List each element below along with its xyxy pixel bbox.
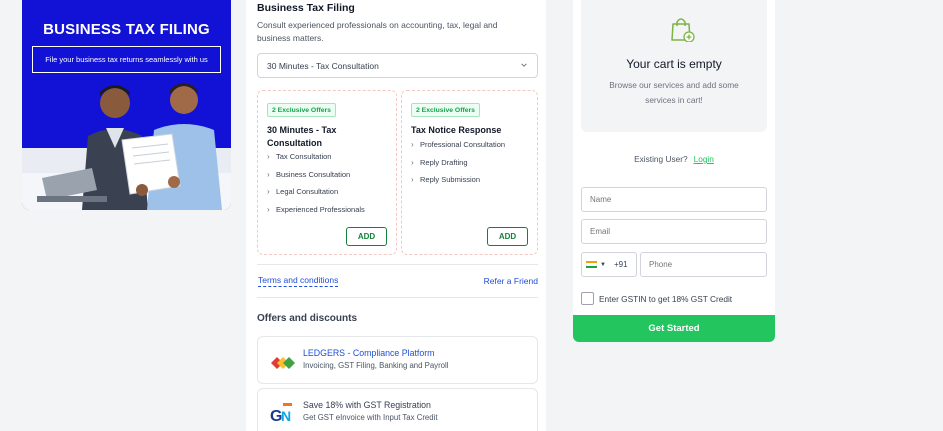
offers-heading: Offers and discounts bbox=[257, 313, 358, 324]
checkout-panel: Your cart is empty Browse our services a… bbox=[573, 0, 775, 342]
chevron-right-icon: › bbox=[267, 169, 270, 179]
terms-link[interactable]: Terms and conditions bbox=[258, 275, 339, 287]
caret-down-icon: ▼ bbox=[600, 261, 606, 268]
service-title: Business Tax Filing bbox=[257, 2, 355, 14]
name-field[interactable] bbox=[581, 187, 767, 212]
gst-checkbox[interactable] bbox=[581, 292, 594, 305]
empty-cart: Your cart is empty Browse our services a… bbox=[581, 0, 767, 132]
package-features: › Tax Consultation › Business Consultation… bbox=[267, 152, 365, 223]
existing-user-label: Existing User? bbox=[634, 154, 688, 164]
hero-banner: BUSINESS TAX FILING File your business t… bbox=[22, 0, 231, 210]
offer-card-gst-registration[interactable]: G N Save 18% with GST Registration Get G… bbox=[257, 388, 538, 431]
add-button[interactable]: ADD bbox=[487, 227, 528, 246]
shopping-bag-plus-icon bbox=[671, 18, 695, 42]
email-field[interactable] bbox=[581, 219, 767, 244]
offer-title: LEDGERS - Compliance Platform bbox=[303, 348, 435, 358]
package-title: 30 Minutes - Tax Consultation bbox=[267, 125, 337, 148]
offer-subtitle: Invoicing, GST Filing, Banking and Payro… bbox=[303, 361, 449, 370]
svg-text:N: N bbox=[281, 408, 291, 424]
cart-empty-title: Your cart is empty bbox=[626, 57, 722, 71]
cart-empty-subtitle: Browse our services and add some service… bbox=[609, 80, 739, 105]
feature-item: › Reply Submission bbox=[411, 175, 481, 185]
ledgers-logo-icon bbox=[271, 357, 295, 369]
chevron-right-icon: › bbox=[267, 205, 270, 215]
refer-friend-link[interactable]: Refer a Friend bbox=[484, 276, 538, 286]
feature-item: › Experienced Professionals bbox=[267, 205, 365, 215]
offer-subtitle: Get GST eInvoice with Input Tax Credit bbox=[303, 413, 438, 422]
service-description: Consult experienced professionals on acc… bbox=[257, 20, 498, 43]
feature-item: › Reply Drafting bbox=[411, 157, 468, 167]
phone-field[interactable] bbox=[640, 252, 767, 277]
service-details-panel: Business Tax Filing Consult experienced … bbox=[246, 0, 546, 431]
gst-checkbox-label: Enter GSTIN to get 18% GST Credit bbox=[599, 293, 733, 304]
package-card-tax-consultation: 2 Exclusive Offers 30 Minutes - Tax Cons… bbox=[257, 90, 397, 255]
feature-item: › Professional Consultation bbox=[411, 140, 506, 149]
country-code-select[interactable]: ▼ +91 bbox=[581, 252, 637, 277]
feature-item: › Business Consultation bbox=[267, 169, 351, 179]
india-flag-icon bbox=[586, 260, 597, 269]
add-button[interactable]: ADD bbox=[346, 227, 387, 246]
package-select[interactable]: 30 Minutes - Tax Consultation bbox=[257, 53, 538, 78]
chevron-right-icon: › bbox=[411, 140, 414, 149]
package-card-tax-notice-response: 2 Exclusive Offers Tax Notice Response ›… bbox=[401, 90, 538, 255]
login-link[interactable]: Login bbox=[694, 154, 714, 164]
country-code-value: +91 bbox=[613, 260, 628, 269]
divider bbox=[257, 297, 538, 298]
feature-item: › Legal Consultation bbox=[267, 187, 339, 197]
hero-title: BUSINESS TAX FILING bbox=[43, 21, 210, 38]
chevron-right-icon: › bbox=[267, 152, 270, 161]
chevron-right-icon: › bbox=[411, 157, 414, 167]
business-people-photo bbox=[22, 78, 231, 210]
gst-logo-icon: G N bbox=[270, 403, 292, 425]
package-select-value: 30 Minutes - Tax Consultation bbox=[267, 60, 379, 71]
chevron-right-icon: › bbox=[411, 175, 414, 185]
existing-user-row: Existing User? Login bbox=[573, 154, 775, 164]
exclusive-offers-badge: 2 Exclusive Offers bbox=[267, 103, 336, 117]
package-title: Tax Notice Response bbox=[411, 125, 502, 135]
get-started-button[interactable]: Get Started bbox=[573, 315, 775, 342]
chevron-right-icon: › bbox=[267, 187, 270, 197]
offer-title: Save 18% with GST Registration bbox=[303, 400, 431, 410]
divider bbox=[257, 264, 538, 265]
exclusive-offers-badge: 2 Exclusive Offers bbox=[411, 103, 480, 117]
feature-item: › Tax Consultation bbox=[267, 152, 332, 161]
offer-card-ledgers[interactable]: LEDGERS - Compliance Platform Invoicing,… bbox=[257, 336, 538, 384]
chevron-down-icon bbox=[521, 63, 527, 67]
gst-checkbox-row[interactable]: Enter GSTIN to get 18% GST Credit bbox=[581, 292, 732, 305]
package-features: › Professional Consultation › Reply Drafti… bbox=[411, 140, 505, 193]
hero-subtitle: File your business tax returns seamlessl… bbox=[32, 46, 221, 73]
